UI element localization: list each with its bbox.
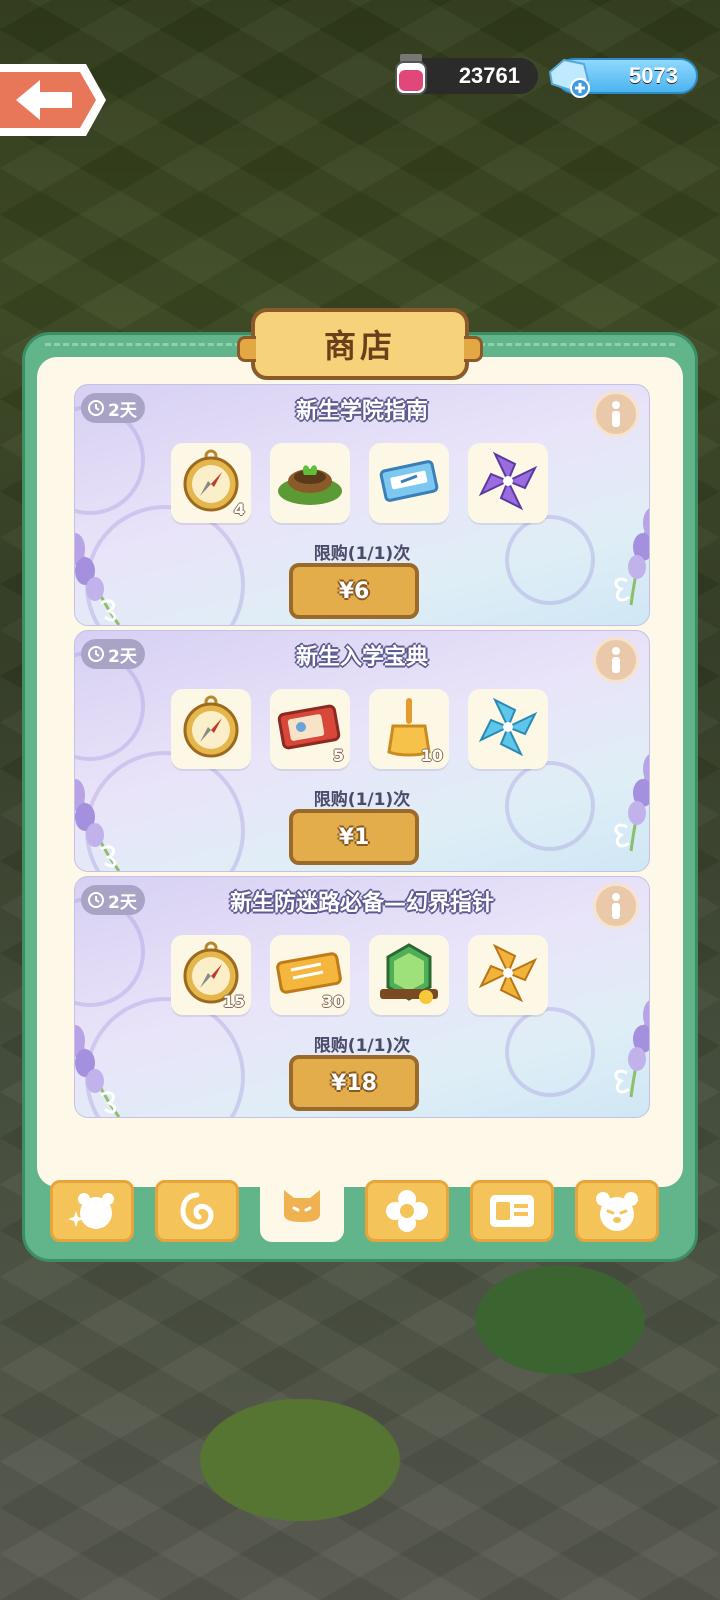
lavender-decor-icon — [614, 754, 649, 852]
tab-flower[interactable] — [365, 1180, 449, 1242]
pack-title: 新生学院指南 — [295, 399, 428, 424]
price-label: ¥1 — [338, 824, 370, 850]
gem-amount: 5073 — [629, 63, 678, 88]
item-quantity: 10 — [420, 746, 443, 765]
pack-item[interactable] — [171, 689, 251, 769]
lavender-decor-icon — [614, 508, 649, 606]
pack-items: 15 30 — [171, 935, 548, 1015]
pack-title: 新生防迷路必备—幻界指针 — [229, 891, 494, 916]
flower-icon — [386, 1190, 428, 1232]
pack-items: 5 10 — [171, 689, 548, 769]
pack-item[interactable] — [468, 443, 548, 523]
pack-item[interactable]: 30 — [270, 935, 350, 1015]
pack-title: 新生入学宝典 — [295, 645, 428, 670]
sparkle-bear-icon — [68, 1193, 114, 1229]
shop-title: 商店 — [323, 327, 396, 365]
lavender-decor-icon — [75, 533, 121, 625]
golden-compass-icon — [178, 694, 244, 764]
shop-title-tab: 商店 — [237, 308, 483, 380]
tab-swirl[interactable] — [155, 1180, 239, 1242]
back-button[interactable] — [0, 60, 110, 140]
shop-tabs — [50, 1166, 659, 1242]
shop-pack-card: 2天 新生防迷路必备—幻界指针 15 30 限购(1/1)次 ¥18 — [74, 876, 650, 1118]
item-quantity: 5 — [332, 746, 344, 765]
info-button[interactable] — [593, 883, 639, 929]
jam-jar-icon — [395, 54, 427, 95]
crystal-icon — [548, 58, 590, 98]
item-quantity: 4 — [233, 500, 245, 519]
green-machine-icon — [374, 937, 444, 1013]
purchase-limit: 限购(1/1)次 — [313, 544, 411, 564]
pack-item[interactable]: 10 — [369, 689, 449, 769]
bear-face-icon — [596, 1192, 638, 1231]
purchase-limit: 限购(1/1)次 — [313, 1036, 411, 1056]
pack-items: 4 — [171, 443, 548, 523]
pack-item[interactable] — [270, 443, 350, 523]
shop-pack-card: 2天 新生入学宝典 5 10 限购(1/1)次 ¥1 — [74, 630, 650, 872]
info-button[interactable] — [593, 391, 639, 437]
golden-pinwheel-icon — [475, 940, 541, 1010]
buy-button[interactable]: ¥18 — [289, 1055, 419, 1111]
lavender-decor-icon — [75, 779, 121, 871]
shop-pack-card: 2天 新生学院指南 4 限购(1/1)次 ¥6 — [74, 384, 650, 626]
blue-ticket-icon — [377, 456, 441, 510]
blue-pinwheel-icon — [475, 694, 541, 764]
tab-cat[interactable] — [260, 1166, 344, 1242]
pack-item[interactable] — [468, 935, 548, 1015]
pack-item[interactable]: 5 — [270, 689, 350, 769]
pack-item[interactable] — [468, 689, 548, 769]
plant-pot-icon — [274, 451, 346, 515]
purple-pinwheel-icon — [475, 448, 541, 518]
price-label: ¥6 — [338, 578, 370, 604]
pack-item[interactable] — [369, 443, 449, 523]
cat-icon — [284, 1190, 320, 1222]
item-quantity: 15 — [222, 992, 245, 1011]
card-icon — [490, 1195, 534, 1227]
lavender-decor-icon — [75, 1025, 121, 1117]
tab-card[interactable] — [470, 1180, 554, 1242]
pack-item[interactable]: 15 — [171, 935, 251, 1015]
swirl-icon — [180, 1192, 214, 1230]
item-quantity: 30 — [321, 992, 344, 1011]
tab-bear-face[interactable] — [575, 1180, 659, 1242]
tab-sparkle-bear[interactable] — [50, 1180, 134, 1242]
gem-currency[interactable]: 5073 — [548, 58, 698, 98]
buy-button[interactable]: ¥6 — [289, 563, 419, 619]
jam-currency: 23761 — [395, 54, 538, 95]
jam-amount: 23761 — [458, 63, 520, 88]
info-icon — [612, 647, 620, 673]
info-icon — [612, 401, 620, 427]
price-label: ¥18 — [331, 1070, 377, 1096]
lavender-decor-icon — [614, 1000, 649, 1098]
info-button[interactable] — [593, 637, 639, 683]
info-icon — [612, 893, 620, 919]
buy-button[interactable]: ¥1 — [289, 809, 419, 865]
pack-item[interactable]: 4 — [171, 443, 251, 523]
pack-item[interactable] — [369, 935, 449, 1015]
purchase-limit: 限购(1/1)次 — [313, 790, 411, 810]
